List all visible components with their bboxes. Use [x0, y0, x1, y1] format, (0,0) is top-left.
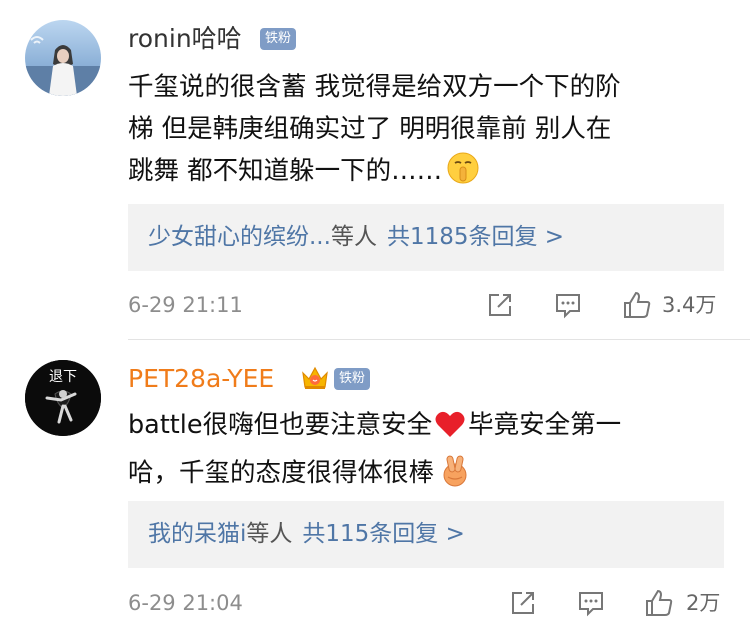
- comment-line: 千玺说的很含蓄 我觉得是给双方一个下的阶: [128, 72, 621, 102]
- avatar[interactable]: 退下: [25, 360, 101, 436]
- reply-count-link[interactable]: 共115条回复 >: [292, 521, 464, 547]
- comment-meta: 6-29 21:11 3.4万: [128, 290, 724, 320]
- comment-text: battle很嗨但也要注意安全 毕竟安全第一 哈，千玺的态度很得体很棒: [128, 404, 728, 500]
- like-count: 3.4万: [662, 293, 717, 317]
- reply-summary[interactable]: 少女甜心的缤纷...等人 共1185条回复 >: [128, 204, 724, 271]
- comment-line: 梯 但是韩庚组确实过了 明明很靠前 别人在: [128, 114, 612, 144]
- comment-text: 千玺说的很含蓄 我觉得是给双方一个下的阶 梯 但是韩庚组确实过了 明明很靠前 别…: [128, 66, 728, 198]
- avatar[interactable]: [25, 20, 101, 96]
- comment-line: battle很嗨但也要注意安全 毕竟安全第一: [128, 404, 728, 452]
- comment-line: 跳舞 都不知道躲一下的……: [128, 150, 728, 198]
- reply-users[interactable]: 少女甜心的缤纷...: [128, 224, 331, 250]
- timestamp: 6-29 21:04: [128, 591, 243, 615]
- fan-badge: 铁粉: [260, 28, 297, 50]
- avatar-caption: 退下: [49, 369, 77, 385]
- red-heart-emoji: [434, 409, 466, 452]
- share-icon[interactable]: [508, 588, 538, 618]
- like-icon[interactable]: [622, 290, 652, 320]
- fan-badge: 铁粉: [334, 368, 371, 390]
- reply-summary[interactable]: 我的呆猫i等人 共115条回复 >: [128, 501, 724, 568]
- reply-users[interactable]: 我的呆猫i: [128, 521, 246, 547]
- username[interactable]: PET28a-YEE: [128, 364, 274, 394]
- reply-count-link[interactable]: 共1185条回复 >: [377, 224, 564, 250]
- username[interactable]: ronin哈哈: [128, 24, 242, 54]
- comment-meta: 6-29 21:04 2万: [128, 588, 724, 618]
- comment-item: 退下 PET28a-YEE 铁粉 battle很嗨但也要注意安全 毕竟安全第一 …: [0, 340, 750, 633]
- comment-line: 哈，千玺的态度很得体很棒: [128, 452, 728, 500]
- share-icon[interactable]: [485, 290, 515, 320]
- comment-item: ronin哈哈 铁粉 千玺说的很含蓄 我觉得是给双方一个下的阶 梯 但是韩庚组确…: [0, 0, 750, 340]
- like-count: 2万: [686, 591, 721, 615]
- like-icon[interactable]: [644, 588, 674, 618]
- crown-icon: [300, 364, 330, 392]
- comment-icon[interactable]: [553, 290, 583, 320]
- shushing-face-emoji: [446, 151, 480, 198]
- timestamp: 6-29 21:11: [128, 293, 243, 317]
- victory-hand-emoji: [438, 453, 472, 500]
- comment-icon[interactable]: [576, 588, 606, 618]
